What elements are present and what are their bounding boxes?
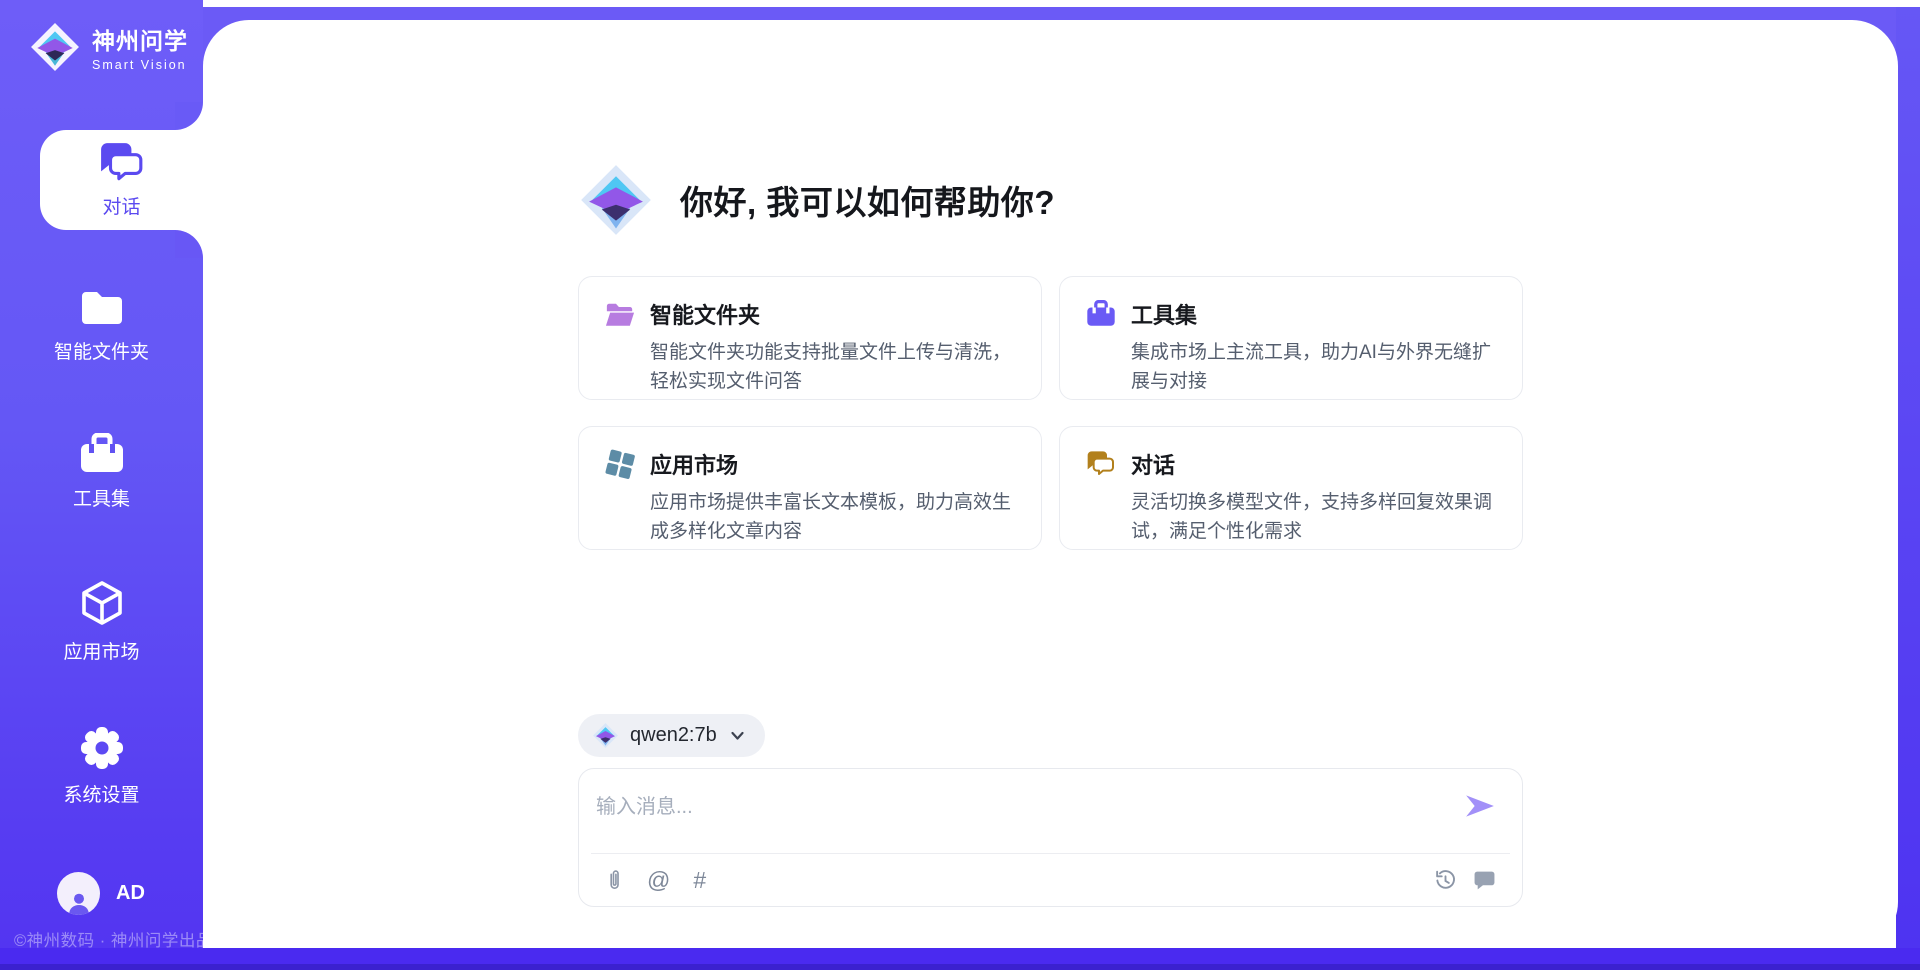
person-icon (66, 890, 92, 915)
message-composer: @ # (578, 768, 1523, 907)
card-toolset[interactable]: 工具集 集成市场上主流工具，助力AI与外界无缝扩展与对接 (1059, 276, 1523, 400)
user-account[interactable]: AD (57, 872, 145, 915)
greeting: 你好, 我可以如何帮助你? (578, 162, 1055, 238)
sidebar-item-chat[interactable]: 对话 (40, 130, 203, 230)
cube-icon (80, 580, 124, 628)
history-button[interactable] (1434, 869, 1457, 892)
avatar (57, 872, 100, 915)
chat-bubbles-icon (1086, 450, 1116, 478)
card-description: 智能文件夹功能支持批量文件上传与清洗，轻松实现文件问答 (650, 339, 1015, 397)
card-title: 应用市场 (650, 448, 738, 480)
logo-diamond-icon (30, 22, 80, 72)
toolbox-icon (1086, 300, 1116, 328)
paperclip-icon (605, 868, 624, 893)
sidebar-item-smart-folder[interactable]: 智能文件夹 (0, 288, 203, 364)
main-panel: 你好, 我可以如何帮助你? 智能文件夹 智能文件夹功能支持批量文件上传与清洗，轻… (203, 20, 1898, 948)
hash-icon: # (693, 867, 706, 894)
mention-button[interactable]: @ (647, 867, 670, 894)
brand-diamond-icon (578, 162, 654, 238)
composer-toolbar: @ # (579, 854, 1522, 906)
card-smart-folder[interactable]: 智能文件夹 智能文件夹功能支持批量文件上传与清洗，轻松实现文件问答 (578, 276, 1042, 400)
brand-name: 神州问学 (92, 22, 188, 56)
comment-button[interactable] (1473, 870, 1496, 891)
model-name: qwen2:7b (630, 724, 717, 747)
sidebar-item-label: 应用市场 (63, 637, 139, 664)
card-title: 对话 (1131, 448, 1175, 480)
gear-icon (79, 725, 125, 771)
card-app-market[interactable]: 应用市场 应用市场提供丰富长文本模板，助力高效生成多样化文章内容 (578, 426, 1042, 550)
sidebar-item-toolset[interactable]: 工具集 (0, 433, 203, 511)
at-icon: @ (647, 867, 670, 894)
sidebar-item-app-market[interactable]: 应用市场 (0, 580, 203, 664)
sidebar-item-label: 对话 (102, 192, 140, 219)
greeting-title: 你好, 我可以如何帮助你? (680, 176, 1055, 224)
model-selector[interactable]: qwen2:7b (578, 714, 765, 757)
sidebar-item-settings[interactable]: 系统设置 (0, 725, 203, 807)
card-description: 灵活切换多模型文件，支持多样回复效果调试，满足个性化需求 (1131, 489, 1496, 547)
app-logo[interactable]: 神州问学 Smart Vision (30, 22, 188, 72)
card-chat[interactable]: 对话 灵活切换多模型文件，支持多样回复效果调试，满足个性化需求 (1059, 426, 1523, 550)
right-band (1896, 7, 1920, 948)
bottom-edge (0, 964, 1920, 970)
hashtag-button[interactable]: # (693, 867, 706, 894)
feature-cards: 智能文件夹 智能文件夹功能支持批量文件上传与清洗，轻松实现文件问答 工具集 集成… (578, 276, 1523, 550)
card-title: 智能文件夹 (650, 298, 760, 330)
message-input[interactable] (596, 783, 1442, 831)
tab-curve-top (175, 102, 203, 130)
sidebar-item-label: 智能文件夹 (54, 337, 149, 364)
history-icon (1434, 869, 1457, 892)
toolbox-icon (79, 433, 125, 475)
copyright-text: ©神州数码 · 神州问学出品 (14, 927, 213, 951)
chevron-down-icon (728, 726, 747, 745)
tab-curve-bottom (175, 230, 203, 258)
brand-subtitle: Smart Vision (92, 58, 188, 72)
attach-button[interactable] (605, 868, 624, 893)
sidebar-item-label: 工具集 (73, 484, 130, 511)
bottom-strip (0, 948, 1920, 970)
chat-bubbles-icon (99, 141, 145, 185)
sidebar-item-label: 系统设置 (63, 780, 139, 807)
apps-grid-icon (605, 449, 635, 479)
folder-icon (79, 288, 125, 328)
card-description: 应用市场提供丰富长文本模板，助力高效生成多样化文章内容 (650, 489, 1015, 547)
card-title: 工具集 (1131, 298, 1197, 330)
model-diamond-icon (592, 722, 619, 749)
card-description: 集成市场上主流工具，助力AI与外界无缝扩展与对接 (1131, 339, 1496, 397)
send-button[interactable] (1464, 793, 1496, 822)
send-icon (1464, 793, 1496, 819)
comment-icon (1473, 870, 1496, 891)
folder-open-icon (605, 301, 635, 328)
user-initials: AD (116, 882, 145, 905)
